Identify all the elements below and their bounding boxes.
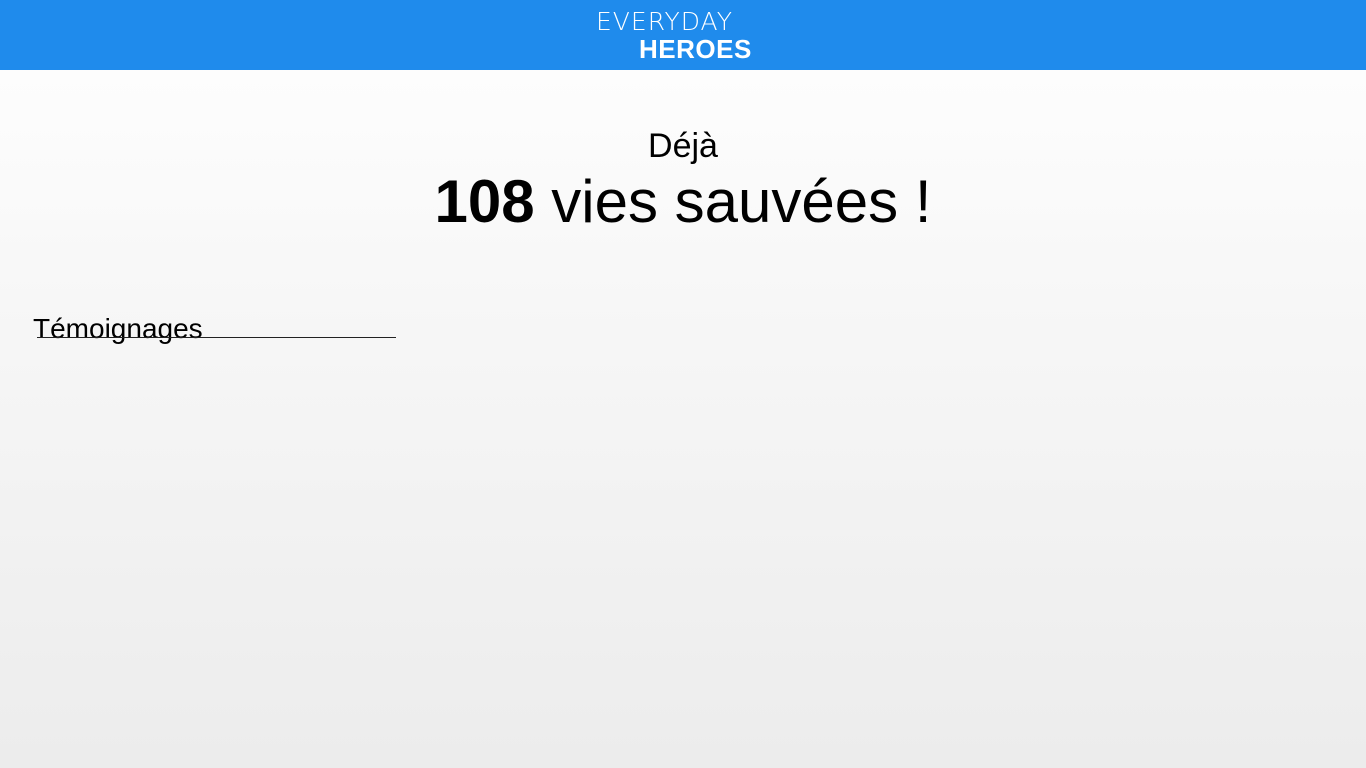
top-bar: EVERYDAY HEROES (0, 0, 1366, 70)
lives-saved-counter: Déjà 108 vies sauvées ! (0, 124, 1366, 236)
counter-main-line: 108 vies sauvées ! (0, 168, 1366, 236)
lives-saved-number: 108 (434, 168, 535, 235)
counter-prefix: Déjà (648, 127, 718, 165)
testimonials-divider (37, 337, 396, 338)
everyday-heroes-logo[interactable]: EVERYDAY HEROES (596, 8, 772, 64)
lives-saved-label: vies sauvées ! (551, 168, 932, 235)
logo-line-everyday: EVERYDAY (596, 7, 733, 36)
testimonials-heading: Témoignages (33, 313, 203, 345)
logo-line-heroes: HEROES (639, 34, 752, 64)
